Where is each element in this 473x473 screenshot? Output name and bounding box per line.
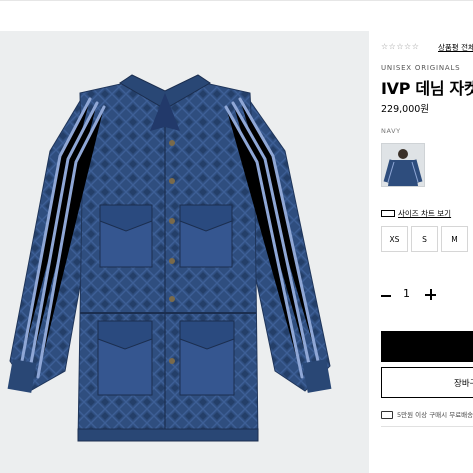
product-category: UNISEX ORIGINALS <box>381 64 461 72</box>
reviews-link[interactable]: 상품평 전체 <box>438 42 473 53</box>
add-to-cart-label: 장바구니 <box>454 378 473 389</box>
color-swatch-navy[interactable] <box>381 143 425 187</box>
shipping-info: 5만원 이상 구매시 무료배송 <box>381 409 473 419</box>
section-divider <box>381 426 473 427</box>
ruler-icon <box>381 209 395 217</box>
product-title: IVP 데님 자켓 <box>381 79 473 98</box>
quantity-decrease-button[interactable] <box>381 295 391 297</box>
color-name: NAVY <box>381 127 401 135</box>
rating-stars: ☆☆☆☆☆ <box>381 42 420 51</box>
swatch-thumbnail-image <box>382 144 424 186</box>
quantity-increase-button[interactable] <box>425 289 436 300</box>
truck-icon <box>381 411 393 419</box>
product-price: 229,000원 <box>381 104 430 115</box>
product-image-gallery[interactable] <box>0 31 369 473</box>
denim-jacket-image <box>7 74 332 442</box>
buy-now-button[interactable] <box>381 331 473 362</box>
size-chart-label: 사이즈 차트 보기 <box>398 209 452 218</box>
size-option-s[interactable]: S <box>411 226 438 252</box>
size-option-m[interactable]: M <box>441 226 468 252</box>
size-option-xs[interactable]: XS <box>381 226 408 252</box>
add-to-cart-button[interactable]: 장바구니 <box>381 367 473 398</box>
size-chart-link[interactable]: 사이즈 차트 보기 <box>381 208 451 219</box>
quantity-value: 1 <box>403 287 410 300</box>
product-info-panel: ☆☆☆☆☆ 상품평 전체 UNISEX ORIGINALS IVP 데님 자켓 … <box>369 31 473 473</box>
shipping-text: 5만원 이상 구매시 무료배송 <box>397 411 473 419</box>
header-divider <box>0 0 473 1</box>
